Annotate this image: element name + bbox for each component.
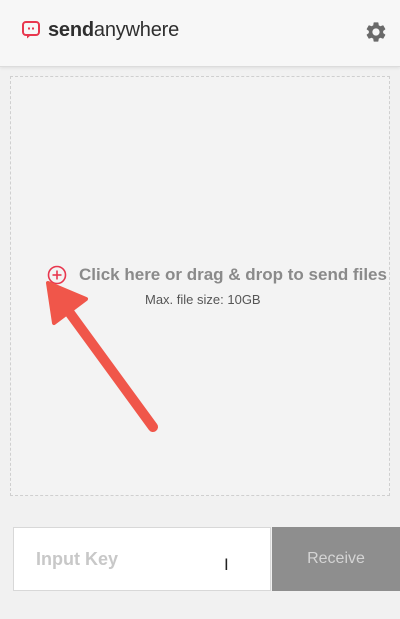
receive-button[interactable]: Receive bbox=[272, 527, 400, 591]
brand-logo: sendanywhere bbox=[22, 20, 179, 40]
plus-circle-icon[interactable] bbox=[47, 265, 67, 285]
brand-name-primary: send bbox=[48, 19, 94, 41]
gear-icon[interactable] bbox=[364, 20, 388, 44]
receive-panel: I Receive bbox=[0, 505, 400, 619]
text-cursor-icon: I bbox=[224, 555, 229, 574]
input-key-field[interactable] bbox=[13, 527, 271, 591]
dropzone-prompt[interactable]: Click here or drag & drop to send files bbox=[47, 265, 387, 285]
dropzone-label[interactable]: Click here or drag & drop to send files bbox=[79, 265, 387, 285]
brand-name-secondary: anywhere bbox=[93, 19, 180, 41]
brand-name: sendanywhere bbox=[48, 20, 179, 40]
sendanywhere-logo-icon bbox=[22, 21, 40, 39]
max-file-size-text: Max. file size: 10GB bbox=[145, 292, 261, 307]
file-dropzone[interactable]: Click here or drag & drop to send files … bbox=[10, 76, 390, 496]
app-header: sendanywhere bbox=[0, 0, 400, 67]
